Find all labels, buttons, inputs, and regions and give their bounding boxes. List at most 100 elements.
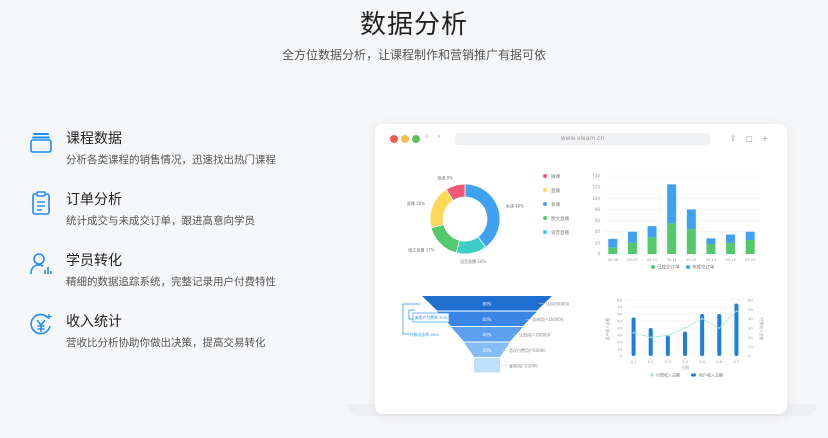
- bar-series1: [627, 242, 637, 254]
- feature-title: 订单分析: [66, 192, 122, 208]
- y-tick-label: 70: [617, 305, 622, 310]
- y-tick-label: 60: [595, 218, 601, 223]
- legend-swatch: [686, 265, 690, 269]
- y-tick-label: 20: [617, 340, 622, 345]
- x-tick-label: 09-11: [666, 258, 676, 262]
- revenue-bar: [665, 335, 670, 356]
- y2-tick-label: 60: [748, 298, 753, 303]
- x-tick-label: 09-10: [647, 258, 658, 262]
- pie-slice-label: 系课 40%: [506, 203, 524, 209]
- legend-label: 直播: [551, 187, 560, 194]
- x-tick-label: 09-09: [627, 258, 638, 262]
- bar-series2: [706, 238, 716, 244]
- x-tick-label: 0.4: [682, 359, 689, 364]
- y-tick-label: 80: [617, 298, 622, 303]
- legend-label: 图文直播: [551, 215, 569, 222]
- laptop-screen: ‹ › www.vleam.cn ⇪ ▢ + 系课 40% 语音直播 14% 图文直…: [375, 124, 787, 414]
- legend-swatch: [651, 265, 655, 269]
- legend-swatch: [543, 202, 547, 206]
- funnel-chart-conversion: 80% 访问200000 60% 咨询用户160000 40% 注册用户100000 20%…: [402, 296, 570, 373]
- revenue-bar: [631, 317, 636, 356]
- bar-series2: [647, 226, 657, 238]
- x-tick-label: 0.6: [716, 359, 723, 364]
- y-tick-label: 60: [617, 312, 622, 317]
- x-tick-label: 0.1: [631, 359, 638, 364]
- feature-order-analysis: 订单分析 统计成交与未成交订单，跟进高意向学员: [30, 189, 350, 233]
- revenue-bar: [717, 314, 722, 356]
- y-tick-label: 20: [595, 240, 601, 245]
- x-tick-label: 09-12: [686, 258, 696, 262]
- bar-series1: [686, 228, 696, 254]
- y2-axis-label: 付费收入总额: [759, 318, 764, 341]
- legend-swatch: [691, 373, 696, 377]
- bar-series2: [726, 234, 736, 243]
- legend-label: 微课: [551, 173, 560, 180]
- x-tick-label: 09-15: [745, 258, 755, 262]
- bar-series2: [667, 184, 677, 224]
- funnel-stage-pct: 60%: [483, 317, 492, 322]
- legend-label: 已成交订单: [657, 264, 680, 271]
- feature-student-conversion: 学员转化 精细的数据追踪系统，完整记录用户付费特性: [30, 250, 350, 294]
- bar-series2: [745, 231, 755, 241]
- legend-label: 系课: [551, 201, 560, 208]
- page-title: 数据分析: [359, 10, 468, 40]
- legend-swatch: [543, 230, 547, 234]
- y2-tick-label: 20: [748, 335, 753, 340]
- y-tick-label: 140: [592, 174, 600, 179]
- revenue-bar: [648, 328, 653, 356]
- revenue-line-point: [701, 317, 704, 320]
- revenue-line-point: [718, 327, 721, 329]
- funnel-stage: [474, 358, 500, 373]
- y-axis-label: 用户收入总额: [605, 317, 610, 340]
- legend-swatch: [543, 216, 547, 220]
- feature-title: 收入统计: [66, 314, 122, 330]
- feature-title: 课程数据: [66, 131, 122, 147]
- bar-series1: [667, 223, 677, 254]
- funnel-annotation: 新用户付费率 70%: [415, 315, 448, 320]
- x-tick-label: 0.3: [665, 359, 672, 364]
- y-tick-label: 100: [592, 196, 600, 201]
- legend-label: 付费收入总额: [656, 372, 680, 378]
- funnel-stage-pct: 40%: [483, 332, 492, 337]
- bar-series2: [627, 231, 637, 243]
- pie-slice-label: 直播 20%: [407, 200, 425, 206]
- bar-series2: [608, 238, 618, 248]
- x-tick-label: 0.7: [733, 359, 740, 364]
- legend-swatch: [543, 188, 547, 192]
- yen-icon: [30, 313, 52, 335]
- feature-desc: 统计成交与未成交订单，跟进高意向学员: [66, 215, 255, 227]
- user-chart-icon: [30, 253, 52, 275]
- x-axis-label: 日期: [681, 365, 689, 370]
- pie-slice-label: 图文直播 17%: [408, 246, 434, 252]
- bar-line-chart-revenue: 010203040506070800102030405060用户收入总额 付费收入…: [605, 298, 764, 378]
- page-subtitle: 全方位数据分析，让课程制作和营销推广有据可依: [281, 48, 546, 62]
- feature-desc: 精细的数据追踪系统，完整记录用户付费特性: [66, 276, 276, 288]
- feature-title: 学员转化: [66, 253, 122, 269]
- bar-series1: [706, 243, 716, 254]
- bar-series2: [686, 209, 696, 229]
- funnel-stage-pct: 20%: [483, 348, 492, 353]
- revenue-line-point: [649, 336, 652, 339]
- y-tick-label: 50: [617, 319, 622, 324]
- funnel-stage-label: 注册用户100000: [519, 331, 551, 337]
- y-tick-label: 0: [597, 252, 600, 257]
- y2-tick-label: 30: [748, 326, 753, 331]
- pie-slice-label: 微课 9%: [437, 175, 453, 181]
- x-tick-label: 0.2: [648, 359, 655, 364]
- legend-swatch: [650, 373, 654, 377]
- revenue-line-point: [666, 334, 669, 337]
- y2-tick-label: 0: [748, 354, 751, 359]
- feature-desc: 营收比分析协助你做出决策，提高交易转化: [66, 337, 266, 349]
- layers-icon: [30, 133, 52, 153]
- y2-tick-label: 10: [748, 344, 753, 349]
- feature-revenue-stats: 收入统计 营收比分析协助你做出决策，提高交易转化: [30, 311, 350, 355]
- x-tick-label: 0.5: [699, 359, 706, 364]
- y-tick-label: 30: [617, 333, 622, 338]
- legend-label: 用户收入总额: [699, 372, 723, 378]
- y-tick-label: 10: [617, 347, 622, 352]
- feature-course-data: 课程数据 分析各类课程的销售情况，迅速找出热门课程: [30, 128, 350, 172]
- revenue-line-point: [735, 310, 738, 313]
- y2-tick-label: 40: [748, 316, 753, 321]
- funnel-stage-label: 首次付费用户50000: [509, 347, 546, 353]
- clipboard-icon: [32, 191, 50, 215]
